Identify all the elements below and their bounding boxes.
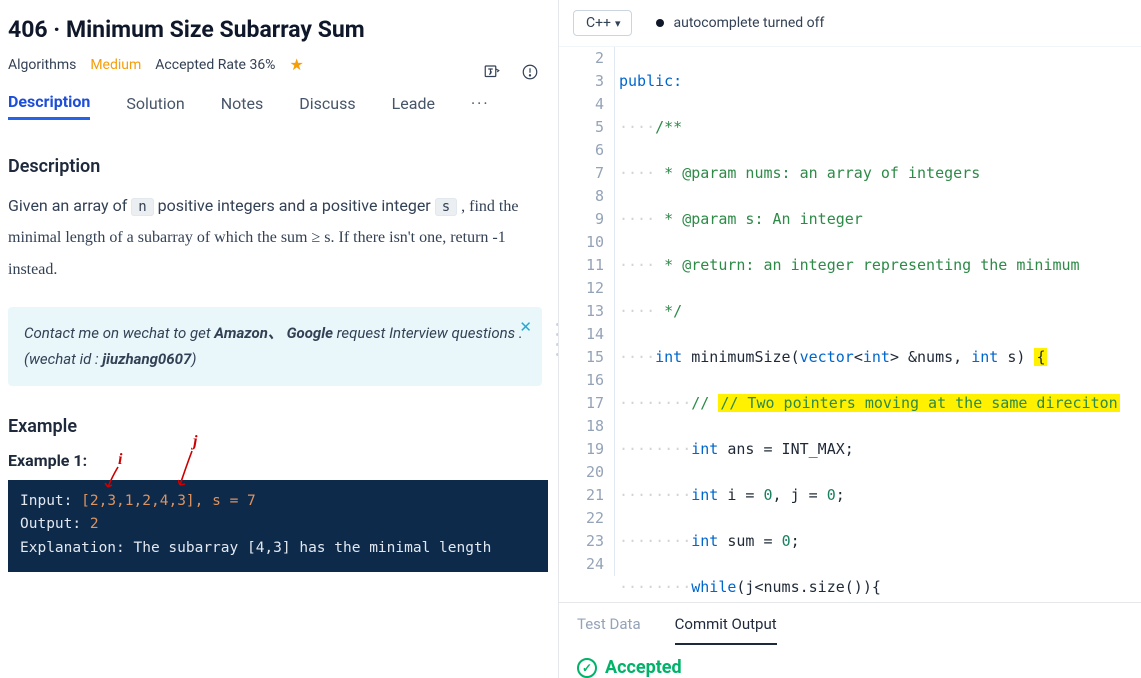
description-body: Given an array of n positive integers an… [8,191,538,285]
output-label: Output: [20,516,90,532]
accepted-label: Accepted [605,657,682,678]
translate-icon[interactable] [482,62,502,82]
language-label: C++ [586,15,611,31]
line-gutter: 23456789101112131415161718192021222324 [559,47,615,576]
promo-box: ✕ Contact me on wechat to get Amazon、 Go… [8,307,542,386]
desc-text: positive integers and a positive integer [158,196,435,215]
example-heading: Example [8,416,558,437]
example-1-title: Example 1: i j [8,451,558,470]
tab-notes[interactable]: Notes [221,94,264,119]
example-title-text: Example 1: [8,451,87,470]
acceptance-label: Accepted Rate 36% [155,57,275,73]
problem-title: 406 · Minimum Size Subarray Sum [8,8,558,53]
tab-solution[interactable]: Solution [126,94,184,119]
content-tabs: Description Solution Notes Discuss Leade… [8,82,558,128]
code-editor[interactable]: 23456789101112131415161718192021222324 p… [559,47,1141,602]
problem-pane: 406 · Minimum Size Subarray Sum Algorith… [0,0,559,678]
tab-commit-output[interactable]: Commit Output [675,615,777,645]
info-icon[interactable] [520,62,540,82]
code-lines[interactable]: public: ····/** ···· * @param nums: an a… [619,47,1141,602]
accepted-status: ✓ Accepted [559,645,1141,678]
code-n: n [131,198,153,216]
promo-companies: Amazon、 Google [214,324,333,342]
tab-test-data[interactable]: Test Data [577,615,641,645]
editor-pane: C++ ▾ autocomplete turned off 2345678910… [559,0,1141,678]
tab-leaderboard[interactable]: Leade [392,94,435,119]
promo-text: Contact me on wechat to get [24,324,214,342]
problem-meta: Algorithms Medium Accepted Rate 36% ★ [8,53,558,82]
tab-discuss[interactable]: Discuss [299,94,355,119]
promo-wechat-id: jiuzhang0607 [102,350,191,368]
star-icon[interactable]: ★ [289,55,303,74]
category-label[interactable]: Algorithms [8,57,76,73]
example-codeblock: Input: [2,3,1,2,4,3], s = 7 Output: 2 Ex… [8,480,548,572]
desc-text: Given an array of [8,196,131,215]
close-icon[interactable]: ✕ [519,315,532,341]
chevron-down-icon: ▾ [615,17,621,30]
explanation-text: Explanation: The subarray [4,3] has the … [20,540,491,556]
autocomplete-status[interactable]: autocomplete turned off [656,15,825,31]
promo-text: ) [191,350,196,368]
header-action-icons [482,62,540,82]
autocomplete-label: autocomplete turned off [674,15,825,31]
editor-toolbar: C++ ▾ autocomplete turned off [559,0,1141,47]
result-tabs: Test Data Commit Output [559,602,1141,645]
output-value: 2 [90,516,99,532]
description-heading: Description [8,156,558,177]
input-label: Input: [20,493,81,509]
input-values: [2,3,1,2,4,3], s = 7 [81,493,256,509]
tab-more[interactable]: ··· [471,94,490,119]
difficulty-label[interactable]: Medium [90,57,141,73]
language-selector[interactable]: C++ ▾ [573,10,632,36]
status-dot-icon [656,19,664,27]
check-circle-icon: ✓ [577,658,597,678]
code-s: s [435,198,457,216]
tab-description[interactable]: Description [8,92,90,120]
